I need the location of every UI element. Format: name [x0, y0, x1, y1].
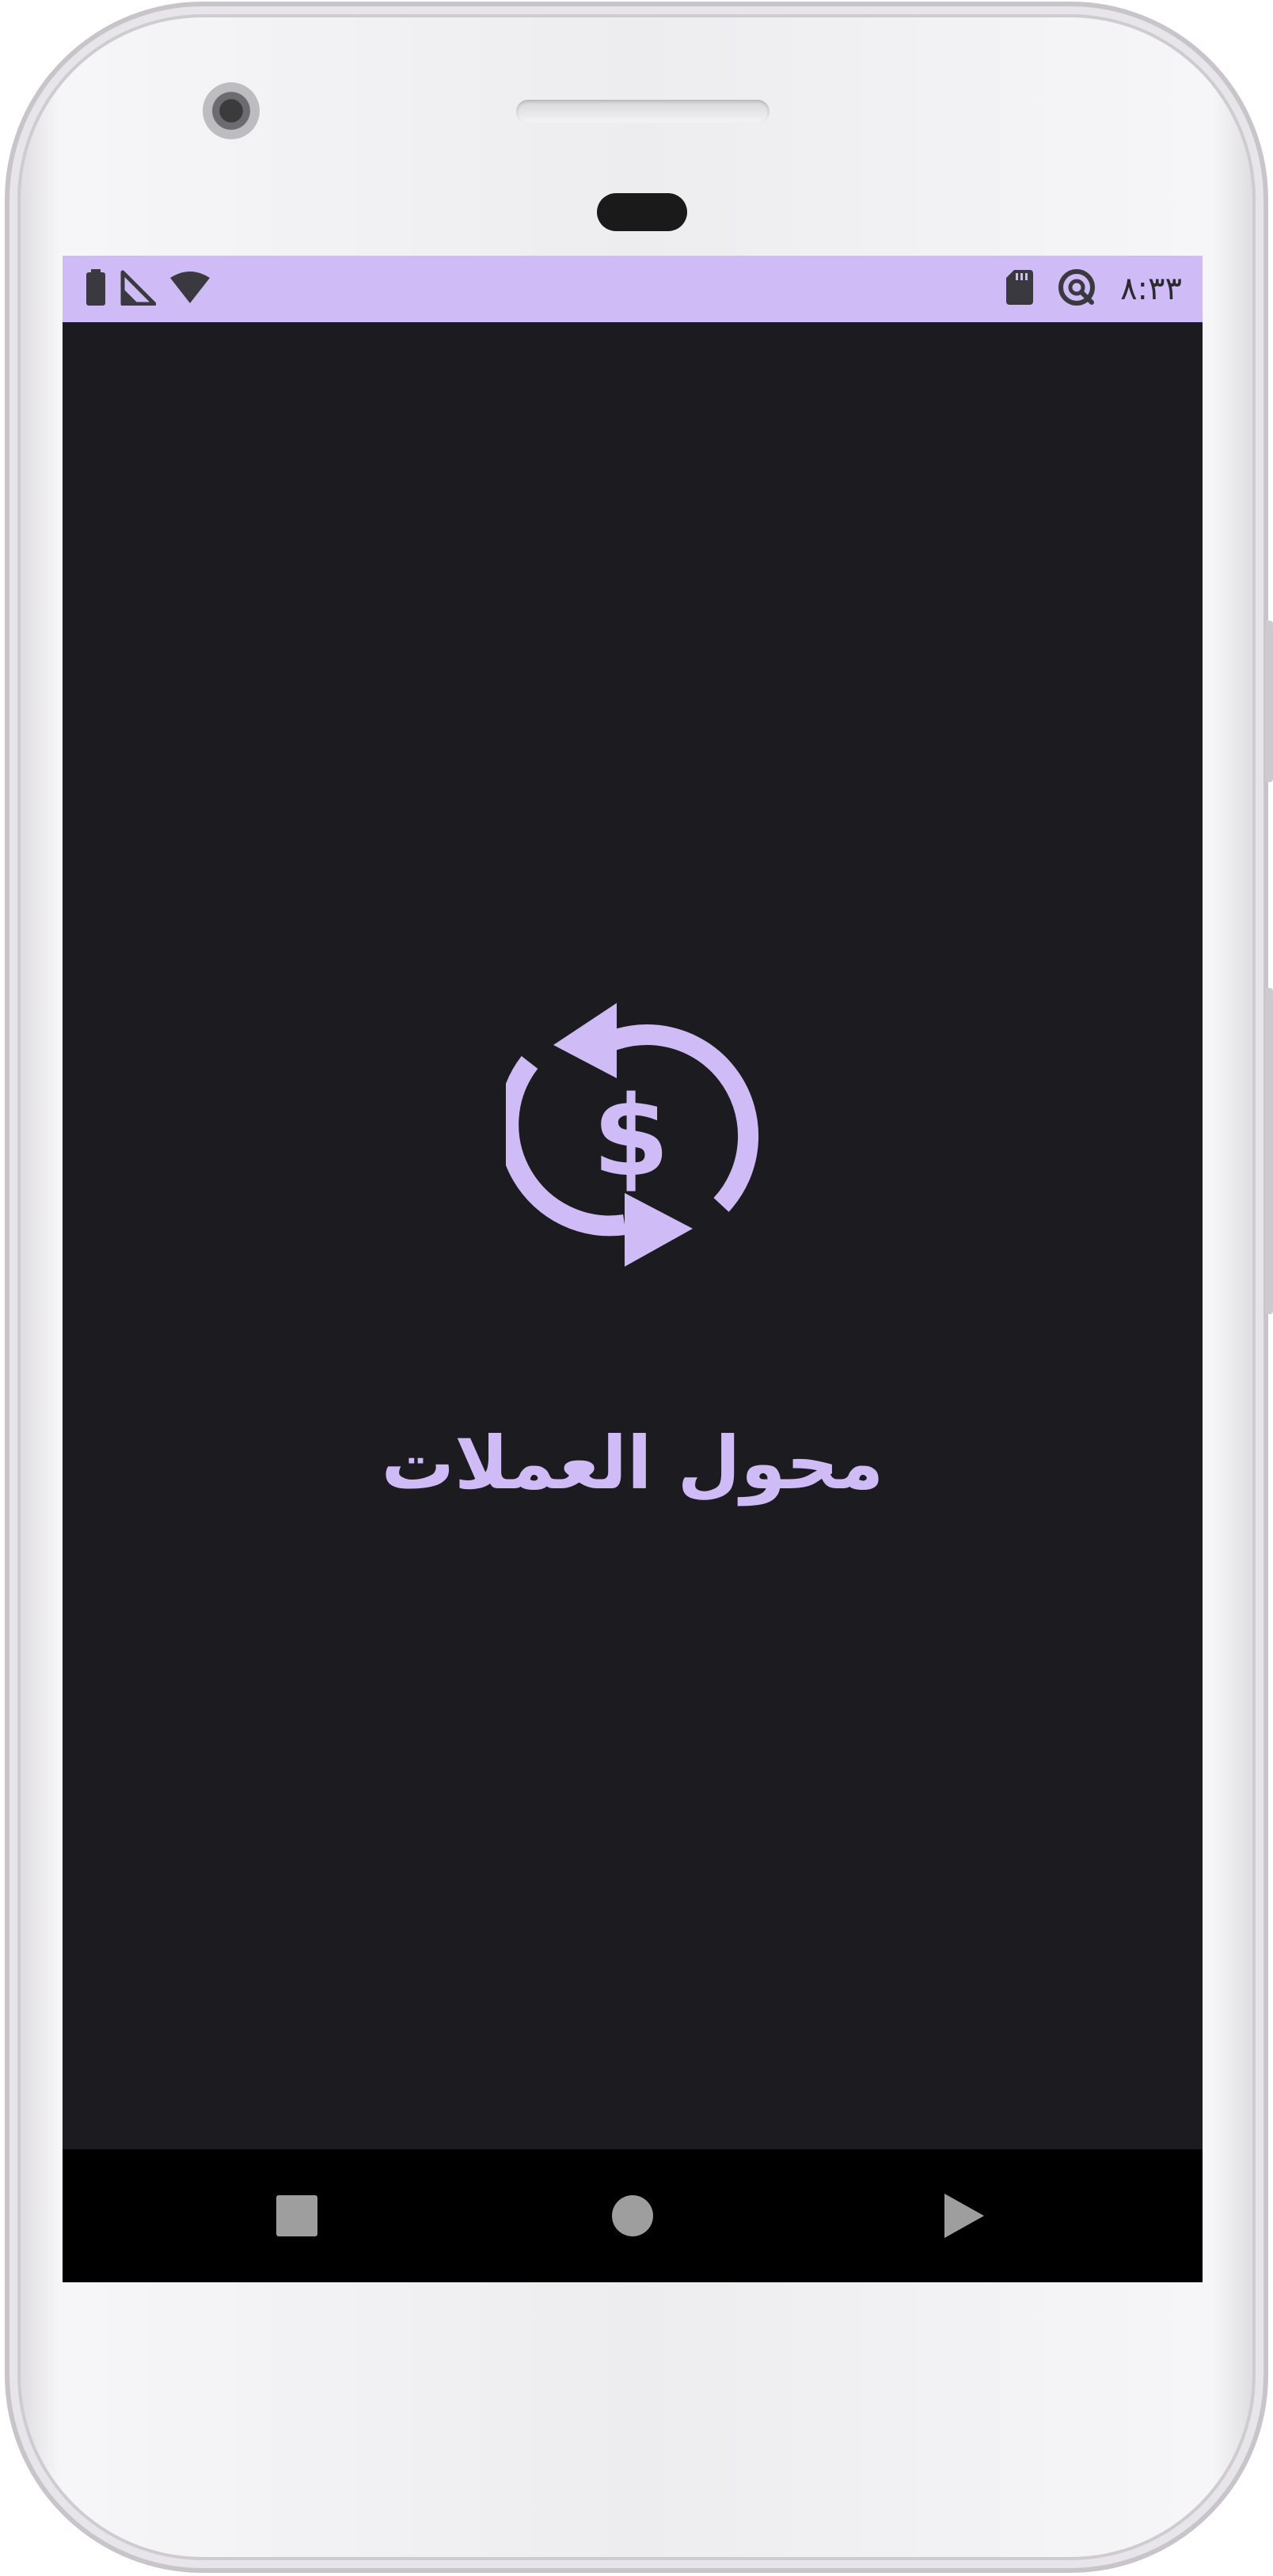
recents-button[interactable]	[249, 2149, 344, 2282]
power-button	[1265, 621, 1273, 782]
sd-card-icon	[1006, 270, 1034, 308]
wifi-icon	[169, 270, 211, 308]
signal-icon	[120, 269, 157, 309]
navigation-bar	[63, 2149, 1203, 2282]
status-icons-left	[85, 256, 211, 322]
battery-icon	[85, 269, 107, 309]
triangle-icon	[944, 2194, 984, 2238]
splash-content: $ محول العملات	[63, 322, 1203, 2149]
status-icons-right: ٨:٣٣	[1006, 256, 1182, 322]
status-time: ٨:٣٣	[1120, 271, 1182, 307]
square-icon	[276, 2195, 317, 2236]
svg-text:$: $	[592, 1073, 669, 1202]
screen: ٨:٣٣ $ محول العملات	[63, 256, 1203, 2282]
home-button[interactable]	[585, 2149, 680, 2282]
earpiece-speaker	[516, 100, 770, 123]
app-title: محول العملات	[381, 1421, 884, 1506]
data-saver-icon	[1057, 268, 1096, 310]
front-camera	[203, 82, 260, 139]
proximity-sensor	[597, 193, 687, 231]
status-bar: ٨:٣٣	[63, 256, 1203, 322]
currency-exchange-icon: $	[498, 999, 767, 1280]
volume-button	[1265, 988, 1273, 1314]
circle-icon	[612, 2195, 653, 2236]
back-button[interactable]	[916, 2149, 1011, 2282]
